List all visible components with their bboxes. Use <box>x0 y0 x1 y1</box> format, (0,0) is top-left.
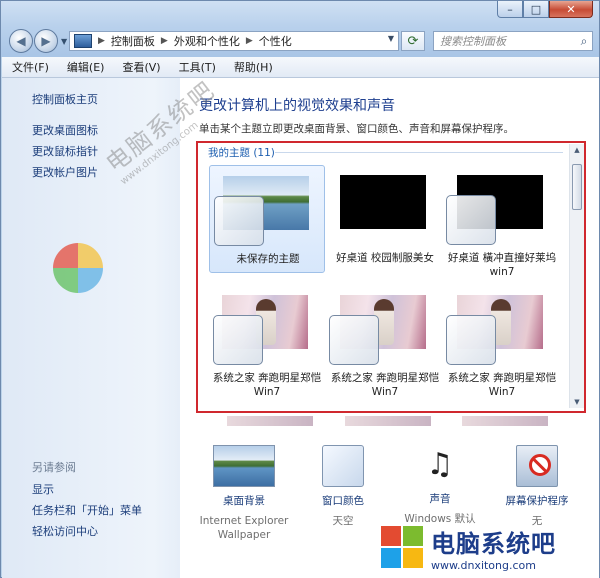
change-desktop-icons-link[interactable]: 更改桌面图标 <box>32 122 98 138</box>
tile-name[interactable]: 桌面背景 <box>189 493 299 508</box>
logo-quadrant <box>381 526 401 546</box>
menu-help[interactable]: 帮助(H) <box>224 59 281 75</box>
no-entry-icon <box>529 454 551 476</box>
refresh-icon: ⟳ <box>407 33 419 49</box>
theme-thumbnail[interactable] <box>462 416 548 426</box>
search-box[interactable]: 搜索控制面板 ⌕ <box>433 31 593 51</box>
watermark-brand-name: 电脑系统吧 <box>431 530 556 558</box>
task-pane: 控制面板主页 更改桌面图标 更改鼠标指针 更改帐户图片 另请参阅 显示 任务栏和… <box>2 78 180 578</box>
control-panel-home-link[interactable]: 控制面板主页 <box>32 91 98 107</box>
search-input[interactable]: 搜索控制面板 <box>440 33 576 49</box>
refresh-button[interactable]: ⟳ <box>401 31 425 51</box>
screensaver-tile[interactable]: 屏幕保护程序 无 <box>482 445 592 528</box>
tile-name[interactable]: 屏幕保护程序 <box>482 493 592 508</box>
minimize-button[interactable]: – <box>497 1 523 18</box>
watermark-brand: 电脑系统吧 www.dnxitong.com <box>381 521 596 575</box>
chevron-right-icon[interactable]: ▶ <box>98 36 105 46</box>
watermark-brand-text: 电脑系统吧 www.dnxitong.com <box>431 524 556 572</box>
menu-view[interactable]: 查看(V) <box>112 59 168 75</box>
theme-thumbnail[interactable] <box>345 416 431 426</box>
maximize-button[interactable]: □ <box>523 1 549 18</box>
nav-buttons: ◀ ▶ ▼ <box>9 29 71 53</box>
page-description: 单击某个主题立即更改桌面背景、窗口颜色、声音和屏幕保护程序。 <box>199 123 514 135</box>
breadcrumb-appearance[interactable]: 外观和个性化 <box>174 33 240 49</box>
logo-quadrant <box>403 526 423 546</box>
highlight-frame <box>196 141 586 413</box>
theme-thumbnail[interactable] <box>227 416 313 426</box>
search-icon[interactable]: ⌕ <box>576 34 592 49</box>
ease-of-access-link[interactable]: 轻松访问中心 <box>32 523 98 539</box>
window-color-icon[interactable] <box>322 445 364 487</box>
sound-icon[interactable]: ♫ <box>418 445 462 485</box>
change-mouse-pointers-link[interactable]: 更改鼠标指针 <box>32 143 98 159</box>
personalization-window: – □ ✕ ◀ ▶ ▼ ▶ 控制面板 ▶ 外观和个性化 ▶ 个性化 ▼ ⟳ 搜索… <box>0 0 600 578</box>
address-bar[interactable]: ▶ 控制面板 ▶ 外观和个性化 ▶ 个性化 ▼ <box>69 31 399 51</box>
forward-button[interactable]: ▶ <box>34 29 58 53</box>
window-color-tile[interactable]: 窗口颜色 天空 <box>288 445 398 528</box>
theme-row-partial <box>214 416 564 430</box>
address-dropdown-icon[interactable]: ▼ <box>388 34 394 43</box>
display-link[interactable]: 显示 <box>32 481 54 497</box>
screensaver-icon[interactable] <box>516 445 558 487</box>
change-account-picture-link[interactable]: 更改帐户图片 <box>32 164 98 180</box>
watermark-brand-url: www.dnxitong.com <box>431 559 536 572</box>
windows-logo-icon <box>381 526 425 570</box>
breadcrumb-personalization[interactable]: 个性化 <box>259 33 292 49</box>
back-button[interactable]: ◀ <box>9 29 33 53</box>
logo-quadrant <box>381 548 401 568</box>
see-also-label: 另请参阅 <box>32 461 76 474</box>
menu-bar: 文件(F) 编辑(E) 查看(V) 工具(T) 帮助(H) <box>2 57 599 78</box>
menu-tools[interactable]: 工具(T) <box>169 59 224 75</box>
main-content: 更改计算机上的视觉效果和声音 单击某个主题立即更改桌面背景、窗口颜色、声音和屏幕… <box>180 78 599 578</box>
tile-value: Internet Explorer Wallpaper <box>199 515 289 541</box>
wallpaper-icon[interactable] <box>213 445 275 487</box>
page-title: 更改计算机上的视觉效果和声音 <box>199 98 395 114</box>
close-button[interactable]: ✕ <box>549 1 593 18</box>
chevron-right-icon[interactable]: ▶ <box>161 36 168 46</box>
breadcrumb-control-panel[interactable]: 控制面板 <box>111 33 155 49</box>
chevron-right-icon[interactable]: ▶ <box>246 36 253 46</box>
watermark-logo-icon <box>53 243 103 293</box>
menu-edit[interactable]: 编辑(E) <box>57 59 113 75</box>
caption-buttons: – □ ✕ <box>497 1 593 19</box>
tile-name[interactable]: 窗口颜色 <box>288 493 398 508</box>
logo-quadrant <box>403 548 423 568</box>
sounds-tile[interactable]: ♫ 声音 Windows 默认 <box>385 445 495 526</box>
tile-name[interactable]: 声音 <box>385 491 495 506</box>
taskbar-start-menu-link[interactable]: 任务栏和「开始」菜单 <box>32 502 142 518</box>
menu-file[interactable]: 文件(F) <box>2 59 57 75</box>
control-panel-icon <box>74 34 92 48</box>
desktop-background-tile[interactable]: 桌面背景 Internet Explorer Wallpaper <box>189 445 299 542</box>
title-bar: – □ ✕ ◀ ▶ ▼ ▶ 控制面板 ▶ 外观和个性化 ▶ 个性化 ▼ ⟳ 搜索… <box>1 1 599 57</box>
